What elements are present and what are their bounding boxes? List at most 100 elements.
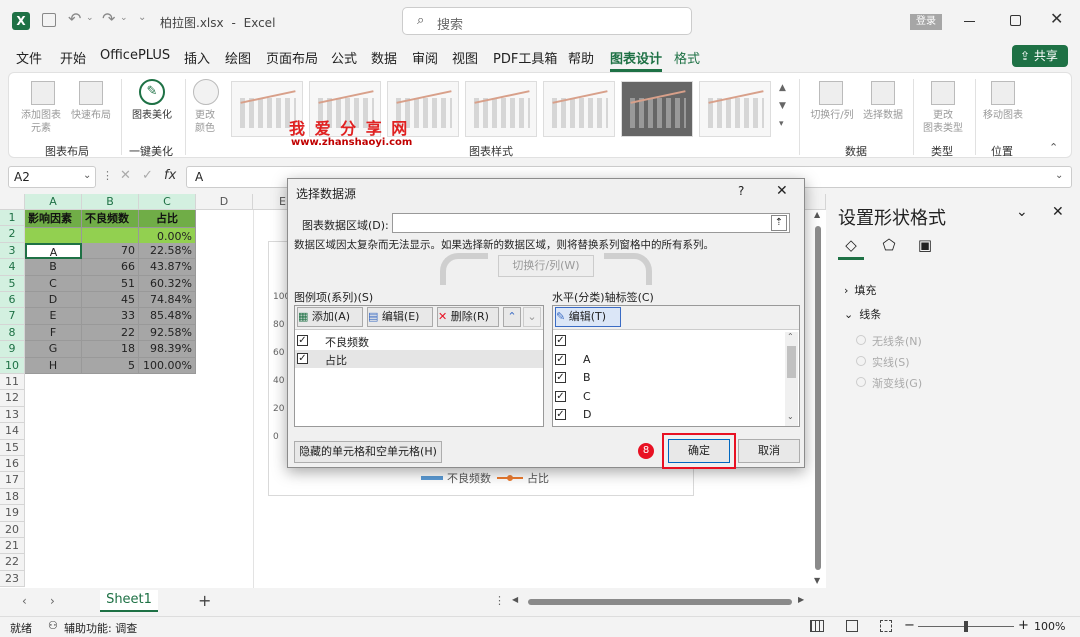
tab-chart-design[interactable]: 图表设计 [610, 48, 663, 72]
series-row[interactable]: ✓ 不良频数 [295, 332, 543, 350]
column-header-d[interactable]: D [196, 194, 253, 210]
style-scroll-down-icon[interactable]: ▼ [779, 101, 786, 111]
redo-icon[interactable]: ↷ [102, 9, 115, 28]
save-icon[interactable] [42, 13, 56, 27]
horizontal-scroll-left-icon[interactable]: ◀ [512, 595, 518, 604]
move-down-button[interactable]: ⌄ [523, 307, 541, 327]
row-header[interactable]: 14 [0, 423, 25, 440]
cell-ratio[interactable]: 22.58% [139, 242, 196, 260]
row-header[interactable]: 21 [0, 538, 25, 555]
cell-factor[interactable]: G [25, 341, 82, 358]
tab-formulas[interactable]: 公式 [331, 48, 357, 67]
previous-sheet-icon[interactable]: ‹ [22, 594, 27, 608]
category-row[interactable]: ✓ A [553, 351, 783, 369]
solid-line-radio[interactable] [856, 356, 866, 366]
cell-frequency[interactable]: 33 [82, 308, 139, 325]
scroll-up-icon[interactable]: ▲ [814, 210, 820, 219]
ok-button[interactable]: 确定 [668, 439, 730, 463]
category-checkbox[interactable]: ✓ [555, 409, 566, 420]
tab-pdf-toolbox[interactable]: PDF工具箱 [493, 48, 557, 67]
scrollbar[interactable]: ⌃ ⌄ [785, 332, 798, 426]
row-header[interactable]: 12 [0, 390, 25, 407]
chart-style-4[interactable] [465, 81, 537, 137]
tab-draw[interactable]: 绘图 [225, 48, 251, 67]
cell-factor[interactable]: F [25, 324, 82, 342]
style-more-icon[interactable]: ▾ [779, 119, 784, 129]
tab-home[interactable]: 开始 [60, 48, 86, 67]
chart-style-6[interactable] [621, 81, 693, 137]
confirm-entry-icon[interactable]: ✓ [142, 168, 153, 183]
cell-factor[interactable]: B [25, 259, 82, 276]
cell-frequency[interactable]: 45 [82, 292, 139, 309]
row-header[interactable]: 9 [0, 341, 25, 358]
row-header[interactable]: 11 [0, 374, 25, 391]
row-header[interactable]: 10 [0, 357, 25, 374]
tab-split-handle[interactable]: ⋮ [494, 594, 505, 607]
tab-format[interactable]: 格式 [674, 48, 700, 67]
row-header[interactable]: 2 [0, 226, 25, 243]
cell-factor[interactable]: C [25, 275, 82, 292]
chart-style-7[interactable] [699, 81, 771, 137]
close-window-icon[interactable]: ✕ [1050, 9, 1063, 28]
row-header[interactable]: 23 [0, 570, 25, 588]
horizontal-scroll-right-icon[interactable]: ▶ [798, 595, 804, 604]
row-header[interactable]: 13 [0, 406, 25, 424]
tab-file[interactable]: 文件 [16, 48, 42, 67]
category-row[interactable]: ✓ C [553, 388, 783, 406]
cell-ratio[interactable]: 60.32% [139, 275, 196, 292]
zoom-out-icon[interactable]: − [904, 618, 915, 633]
chart-style-5[interactable] [543, 81, 615, 137]
zoom-slider[interactable] [918, 621, 1014, 632]
scroll-up-icon[interactable]: ⌃ [787, 332, 794, 341]
fill-line-tab-icon[interactable]: ◇ [838, 236, 864, 260]
cell-frequency[interactable]: 22 [82, 324, 139, 342]
dialog-close-icon[interactable]: ✕ [776, 183, 788, 199]
undo-dropdown-icon[interactable]: ⌄ [86, 13, 94, 23]
column-header-a[interactable]: A [25, 194, 82, 210]
name-box[interactable]: A2 ⌄ [8, 166, 96, 188]
page-layout-view-icon[interactable] [846, 620, 858, 632]
page-break-view-icon[interactable] [880, 620, 892, 632]
cell-frequency[interactable]: 5 [82, 357, 139, 374]
series-row[interactable]: ✓ 占比 [295, 350, 543, 368]
gradient-line-radio[interactable] [856, 377, 866, 387]
tab-review[interactable]: 审阅 [412, 48, 438, 67]
series-checkbox[interactable]: ✓ [297, 353, 308, 364]
style-scroll-up-icon[interactable]: ▲ [779, 83, 786, 93]
zoom-slider-thumb[interactable] [964, 621, 968, 632]
chart-data-range-input[interactable]: ⇡ [392, 213, 790, 233]
header-cell-ratio[interactable]: 占比 [139, 210, 196, 228]
cell-ratio[interactable]: 85.48% [139, 308, 196, 325]
row-header[interactable]: 19 [0, 505, 25, 522]
cell-factor[interactable]: E [25, 308, 82, 325]
row-header[interactable]: 20 [0, 521, 25, 538]
dialog-help-button[interactable]: ? [738, 184, 744, 198]
scroll-down-icon[interactable]: ▼ [814, 576, 820, 585]
minimize-icon[interactable] [964, 21, 975, 22]
maximize-icon[interactable] [1010, 15, 1021, 26]
accessibility-status[interactable]: 辅助功能: 调查 [64, 620, 137, 636]
category-row[interactable]: ✓ B [553, 369, 783, 387]
collapse-ribbon-icon[interactable]: ⌃ [1049, 141, 1058, 154]
row-header[interactable]: 6 [0, 292, 25, 309]
zoom-in-icon[interactable]: + [1018, 618, 1029, 633]
row-header[interactable]: 8 [0, 324, 25, 342]
collapse-range-icon[interactable]: ⇡ [771, 215, 787, 231]
fill-section[interactable]: › 填充 [844, 282, 876, 298]
vertical-scrollbar[interactable]: ▲ ▼ [812, 210, 824, 588]
category-row[interactable]: ✓ [553, 332, 783, 350]
effects-tab-icon[interactable]: ⬠ [876, 236, 902, 260]
cell-frequency[interactable]: 70 [82, 242, 139, 260]
row-header[interactable]: 3 [0, 242, 25, 260]
row-header[interactable]: 17 [0, 472, 25, 489]
normal-view-icon[interactable] [810, 620, 824, 632]
share-button[interactable]: ⇪ 共享 [1012, 45, 1068, 67]
cell-factor[interactable]: D [25, 292, 82, 309]
zoom-level[interactable]: 100% [1034, 620, 1065, 633]
cancel-button[interactable]: 取消 [738, 439, 800, 463]
move-up-button[interactable]: ⌃ [503, 307, 521, 327]
edit-series-button[interactable]: ▤ 编辑(E) [367, 307, 433, 327]
row-header[interactable]: 1 [0, 210, 25, 227]
add-chart-element-button[interactable]: 添加图表 元素 [19, 109, 63, 135]
add-sheet-button[interactable]: + [198, 591, 211, 610]
